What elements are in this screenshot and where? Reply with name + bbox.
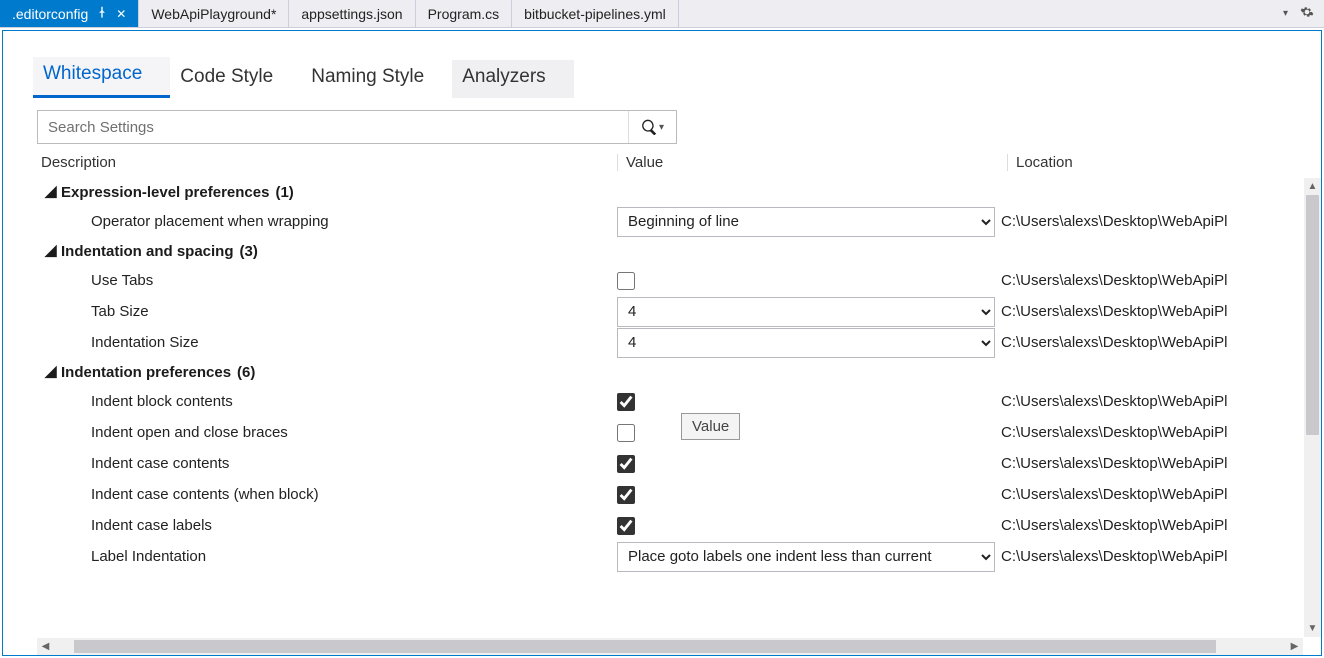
settings-grid-wrap: ◢ Expression-level preferences (1) Opera… [3, 178, 1321, 655]
scroll-down-icon[interactable]: ▼ [1304, 620, 1321, 637]
scroll-up-icon[interactable]: ▲ [1304, 178, 1321, 195]
setting-label: Use Tabs [91, 272, 617, 289]
doc-tab-label: WebApiPlayground* [151, 6, 276, 22]
doc-tab-appsettings[interactable]: appsettings.json [289, 0, 415, 27]
search-icon [641, 119, 657, 135]
setting-location: C:\Users\alexs\Desktop\WebApiPl [1001, 455, 1303, 472]
document-tab-strip: .editorconfig ✕ WebApiPlayground* appset… [0, 0, 1324, 28]
editorconfig-settings-window: .editorconfig ✕ WebApiPlayground* appset… [0, 0, 1324, 658]
setting-location: C:\Users\alexs\Desktop\WebApiPl [1001, 334, 1303, 351]
use-tabs-checkbox[interactable] [617, 272, 635, 290]
gear-icon[interactable] [1300, 5, 1314, 22]
row-label-indentation: Label Indentation Place goto labels one … [3, 541, 1303, 572]
setting-location: C:\Users\alexs\Desktop\WebApiPl [1001, 548, 1303, 565]
row-indent-braces: Indent open and close braces C:\Users\al… [3, 417, 1303, 448]
doc-tab-label: Program.cs [428, 6, 500, 22]
setting-label: Indent case contents [91, 455, 617, 472]
scroll-track[interactable] [54, 638, 1286, 655]
setting-label: Indentation Size [91, 334, 617, 351]
doc-tab-label: bitbucket-pipelines.yml [524, 6, 666, 22]
search-wrap: ▾ [3, 98, 1321, 148]
chevron-down-icon: ▾ [659, 122, 664, 133]
operator-placement-combo[interactable]: Beginning of line [617, 207, 995, 237]
tab-naming-style[interactable]: Naming Style [301, 60, 452, 98]
tab-analyzers[interactable]: Analyzers [452, 60, 573, 98]
doc-tab-editorconfig[interactable]: .editorconfig ✕ [0, 0, 139, 27]
doc-tab-pipelines[interactable]: bitbucket-pipelines.yml [512, 0, 679, 27]
settings-frame: Whitespace Code Style Naming Style Analy… [2, 30, 1322, 656]
scroll-thumb[interactable] [74, 640, 1216, 653]
label-indentation-combo[interactable]: Place goto labels one indent less than c… [617, 542, 995, 572]
group-indentation-spacing[interactable]: ◢ Indentation and spacing (3) [3, 237, 1303, 265]
search-button[interactable]: ▾ [628, 111, 676, 143]
col-header-description[interactable]: Description [37, 154, 617, 171]
setting-location: C:\Users\alexs\Desktop\WebApiPl [1001, 424, 1303, 441]
row-operator-placement: Operator placement when wrapping Beginni… [3, 206, 1303, 237]
row-indent-block-contents: Indent block contents C:\Users\alexs\Des… [3, 386, 1303, 417]
doc-tab-label: appsettings.json [301, 6, 402, 22]
horizontal-scrollbar[interactable]: ◀ ▶ [37, 638, 1303, 655]
settings-grid: ◢ Expression-level preferences (1) Opera… [3, 178, 1303, 637]
group-count: (6) [237, 364, 255, 381]
indent-case-whenblock-checkbox[interactable] [617, 486, 635, 504]
setting-location: C:\Users\alexs\Desktop\WebApiPl [1001, 486, 1303, 503]
tabstrip-spacer [679, 0, 1283, 27]
row-indent-case-whenblock: Indent case contents (when block) C:\Use… [3, 479, 1303, 510]
tab-code-style[interactable]: Code Style [170, 60, 301, 98]
group-expression-level[interactable]: ◢ Expression-level preferences (1) [3, 178, 1303, 206]
col-header-value[interactable]: Value [617, 154, 1007, 171]
group-title: Indentation preferences [61, 364, 231, 381]
indent-block-contents-checkbox[interactable] [617, 393, 635, 411]
doc-tab-webapiplayground[interactable]: WebApiPlayground* [139, 0, 289, 27]
group-count: (3) [240, 243, 258, 260]
setting-location: C:\Users\alexs\Desktop\WebApiPl [1001, 272, 1303, 289]
setting-label: Indent case contents (when block) [91, 486, 617, 503]
group-indentation-preferences[interactable]: ◢ Indentation preferences (6) [3, 358, 1303, 386]
indent-case-contents-checkbox[interactable] [617, 455, 635, 473]
row-tab-size: Tab Size 4 C:\Users\alexs\Desktop\WebApi… [3, 296, 1303, 327]
tabstrip-actions: ▾ [1283, 0, 1324, 27]
setting-location: C:\Users\alexs\Desktop\WebApiPl [1001, 303, 1303, 320]
vertical-scrollbar[interactable]: ▲ ▼ [1304, 178, 1321, 637]
setting-label: Indent block contents [91, 393, 617, 410]
row-indent-case-contents: Indent case contents C:\Users\alexs\Desk… [3, 448, 1303, 479]
pin-icon[interactable] [96, 6, 108, 21]
close-icon[interactable]: ✕ [116, 7, 126, 21]
tab-size-combo[interactable]: 4 [617, 297, 995, 327]
setting-label: Label Indentation [91, 548, 617, 565]
value-tooltip: Value [681, 413, 740, 440]
scroll-right-icon[interactable]: ▶ [1286, 641, 1303, 652]
collapse-icon: ◢ [45, 241, 55, 259]
tab-whitespace[interactable]: Whitespace [33, 57, 170, 98]
setting-location: C:\Users\alexs\Desktop\WebApiPl [1001, 393, 1303, 410]
search-box: ▾ [37, 110, 677, 144]
group-count: (1) [275, 184, 293, 201]
setting-label: Indent open and close braces [91, 424, 617, 441]
setting-label: Tab Size [91, 303, 617, 320]
col-header-location[interactable]: Location [1007, 154, 1301, 171]
row-indentation-size: Indentation Size 4 C:\Users\alexs\Deskto… [3, 327, 1303, 358]
setting-label: Indent case labels [91, 517, 617, 534]
search-input[interactable] [38, 111, 628, 143]
row-indent-case-labels: Indent case labels C:\Users\alexs\Deskto… [3, 510, 1303, 541]
tabs-overflow-icon[interactable]: ▾ [1283, 8, 1288, 19]
doc-tab-label: .editorconfig [12, 6, 88, 22]
group-title: Indentation and spacing [61, 243, 234, 260]
setting-location: C:\Users\alexs\Desktop\WebApiPl [1001, 517, 1303, 534]
collapse-icon: ◢ [45, 362, 55, 380]
doc-tab-program[interactable]: Program.cs [416, 0, 513, 27]
scroll-thumb[interactable] [1306, 195, 1319, 435]
collapse-icon: ◢ [45, 182, 55, 200]
scroll-left-icon[interactable]: ◀ [37, 641, 54, 652]
column-headers: Description Value Location [3, 148, 1321, 178]
setting-label: Operator placement when wrapping [91, 213, 617, 230]
row-use-tabs: Use Tabs C:\Users\alexs\Desktop\WebApiPl [3, 265, 1303, 296]
settings-tab-strip: Whitespace Code Style Naming Style Analy… [3, 31, 1321, 98]
group-title: Expression-level preferences [61, 184, 269, 201]
setting-location: C:\Users\alexs\Desktop\WebApiPl [1001, 213, 1303, 230]
indentation-size-combo[interactable]: 4 [617, 328, 995, 358]
indent-braces-checkbox[interactable] [617, 424, 635, 442]
indent-case-labels-checkbox[interactable] [617, 517, 635, 535]
